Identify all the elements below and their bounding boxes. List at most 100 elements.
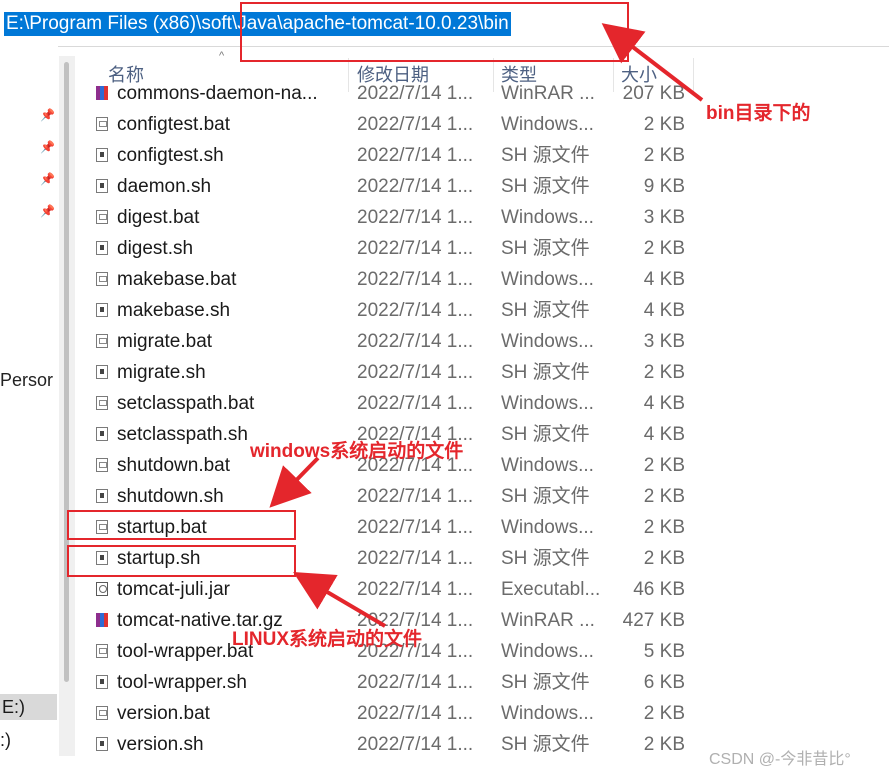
file-size: 2 KB [643,517,685,538]
file-row[interactable]: configtest.sh 2022/7/14 1... SH 源文件 2 KB [90,140,690,171]
scrollbar-thumb[interactable] [64,62,69,682]
nav-scrollbar[interactable] [59,56,75,756]
file-row[interactable]: setclasspath.bat 2022/7/14 1... Windows...… [90,388,690,419]
file-name: makebase.bat [117,269,237,290]
bat-file-icon [96,272,108,286]
nav-item-drive-c[interactable]: :) [0,730,11,751]
pin-icon[interactable]: 📌 [40,108,55,122]
sh-file-icon [96,737,108,751]
bat-file-icon [96,644,108,658]
file-row[interactable]: daemon.sh 2022/7/14 1... SH 源文件 9 KB [90,171,690,202]
file-date: 2022/7/14 1... [357,393,474,414]
file-size: 4 KB [643,300,685,321]
rar-icon [96,613,108,627]
file-type: Windows... [501,517,594,538]
file-date: 2022/7/14 1... [357,517,474,538]
pin-icon[interactable]: 📌 [40,204,55,218]
file-size: 2 KB [643,734,685,755]
file-date: 2022/7/14 1... [357,486,474,507]
file-type: Windows... [501,331,594,352]
bat-file-icon [96,396,108,410]
sort-ascending-icon: ^ [219,50,225,62]
file-row[interactable]: version.sh 2022/7/14 1... SH 源文件 2 KB [90,729,690,760]
file-size: 2 KB [643,238,685,259]
file-name: migrate.sh [117,362,206,383]
sh-file-icon [96,179,108,193]
file-date: 2022/7/14 1... [357,114,474,135]
file-row[interactable]: commons-daemon-na... 2022/7/14 1... WinRAR… [90,78,690,109]
watermark: CSDN @-今非昔比° [709,751,851,768]
file-row[interactable]: version.bat 2022/7/14 1... Windows... 2 KB [90,698,690,729]
sh-file-icon [96,365,108,379]
file-date: 2022/7/14 1... [357,238,474,259]
file-name: daemon.sh [117,176,212,197]
nav-item-personal[interactable]: Persor [0,370,53,391]
file-row[interactable]: configtest.bat 2022/7/14 1... Windows... 2 … [90,109,690,140]
sh-file-icon [96,303,108,317]
file-name: version.bat [117,703,210,724]
bat-file-icon [96,334,108,348]
pin-icon[interactable]: 📌 [40,172,55,186]
file-date: 2022/7/14 1... [357,300,474,321]
file-type: Windows... [501,393,594,414]
file-name: tool-wrapper.sh [117,672,247,693]
file-type: SH 源文件 [501,734,590,755]
file-type: Windows... [501,703,594,724]
file-name: shutdown.bat [117,455,231,476]
sh-file-icon [96,489,108,503]
highlight-startup-sh-box [67,545,296,577]
sh-file-icon [96,148,108,162]
file-type: SH 源文件 [501,548,590,569]
file-name: digest.bat [117,207,200,228]
bat-file-icon [96,706,108,720]
file-type: WinRAR ... [501,610,595,631]
file-date: 2022/7/14 1... [357,269,474,290]
file-type: Windows... [501,207,594,228]
file-size: 2 KB [643,548,685,569]
file-size: 2 KB [643,114,685,135]
column-divider[interactable] [693,58,694,92]
file-size: 9 KB [643,176,685,197]
file-row[interactable]: shutdown.sh 2022/7/14 1... SH 源文件 2 KB [90,481,690,512]
file-date: 2022/7/14 1... [357,176,474,197]
file-name: setclasspath.bat [117,393,255,414]
file-date: 2022/7/14 1... [357,83,474,104]
file-type: Windows... [501,269,594,290]
file-type: SH 源文件 [501,176,590,197]
file-date: 2022/7/14 1... [357,734,474,755]
annotation-linux: LINUX系统启动的文件 [232,629,423,650]
pin-icon[interactable]: 📌 [40,140,55,154]
file-row[interactable]: migrate.bat 2022/7/14 1... Windows... 3 KB [90,326,690,357]
file-row[interactable]: makebase.bat 2022/7/14 1... Windows... 4 KB [90,264,690,295]
file-name: shutdown.sh [117,486,224,507]
bat-file-icon [96,117,108,131]
file-type: Windows... [501,114,594,135]
sh-file-icon [96,427,108,441]
file-row[interactable]: tool-wrapper.sh 2022/7/14 1... SH 源文件 6 KB [90,667,690,698]
rar-icon [96,86,108,100]
file-row[interactable]: migrate.sh 2022/7/14 1... SH 源文件 2 KB [90,357,690,388]
file-row[interactable]: digest.bat 2022/7/14 1... Windows... 3 KB [90,202,690,233]
file-type: SH 源文件 [501,486,590,507]
file-row[interactable]: makebase.sh 2022/7/14 1... SH 源文件 4 KB [90,295,690,326]
file-type: Windows... [501,641,594,662]
file-name: commons-daemon-na... [117,83,318,104]
bat-file-icon [96,458,108,472]
file-date: 2022/7/14 1... [357,362,474,383]
file-type: SH 源文件 [501,238,590,259]
file-type: SH 源文件 [501,672,590,693]
file-name: setclasspath.sh [117,424,248,445]
file-name: migrate.bat [117,331,213,352]
file-date: 2022/7/14 1... [357,331,474,352]
file-date: 2022/7/14 1... [357,703,474,724]
file-size: 2 KB [643,486,685,507]
file-type: SH 源文件 [501,145,590,166]
file-date: 2022/7/14 1... [357,548,474,569]
file-row[interactable]: tomcat-juli.jar 2022/7/14 1... Executabl..… [90,574,690,605]
file-size: 46 KB [633,579,685,600]
file-row[interactable]: digest.sh 2022/7/14 1... SH 源文件 2 KB [90,233,690,264]
file-name: version.sh [117,734,204,755]
file-size: 2 KB [643,703,685,724]
nav-item-drive-e[interactable]: E:) [0,694,57,720]
highlight-path-box [240,2,629,62]
